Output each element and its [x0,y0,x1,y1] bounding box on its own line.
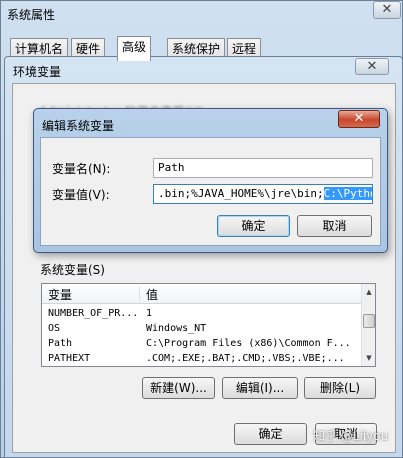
system-properties-title: 系统属性 [7,8,56,22]
edit-dialog-close-button[interactable]: ✕ [338,110,380,128]
edit-dialog-body: 变量名(N): Path 变量值(V): .bin;%JAVA_HOME%\jr… [40,137,381,246]
table-row[interactable]: NUMBER_OF_PR... 1 [42,306,361,321]
edit-dialog-title: 编辑系统变量 [42,119,115,133]
variable-value-text: .bin;%JAVA_HOME%\jre\bin; [158,187,324,200]
edit-ok-button[interactable]: 确定 [217,215,290,237]
row-variable: Path [48,338,73,349]
variable-name-input[interactable]: Path [153,158,373,178]
delete-variable-button[interactable]: 删除(L) [304,377,376,399]
watermark: 知乎 @Liiyou [313,429,389,443]
variable-value-label: 变量值(V): [52,188,110,202]
scroll-down-icon[interactable]: ▼ [362,352,375,364]
system-properties-close-button[interactable]: ✕ [373,1,401,19]
row-value: C:\Program Files (x86)\Common F... [146,338,351,349]
row-value: Windows_NT [146,323,207,334]
scroll-up-icon[interactable]: ▲ [362,286,375,298]
row-value: 1 [146,308,153,319]
system-variables-label: 系统变量(S) [40,263,105,277]
system-variables-list: 变量 值 NUMBER_OF_PR... 1 OS Windows_NT Pat… [41,283,376,367]
variable-name-value: Path [158,161,185,174]
scroll-thumb[interactable] [363,314,375,328]
edit-cancel-button[interactable]: 取消 [297,215,372,237]
variable-name-label: 变量名(N): [52,162,111,176]
tab-advanced[interactable]: 高级 [117,36,152,61]
edit-variable-button[interactable]: 编辑(I)... [222,377,298,399]
new-variable-button[interactable]: 新建(W)... [142,377,215,399]
row-variable: NUMBER_OF_PR... [48,308,139,319]
table-row[interactable]: Path C:\Program Files (x86)\Common F... [42,336,361,351]
table-row[interactable]: PATHEXT .COM;.EXE;.BAT;.CMD;.VBS;.VBE;..… [42,351,361,366]
column-header-variable[interactable]: 变量 [48,286,140,302]
variable-value-selection: C:\Python27 [323,187,372,200]
row-variable: PATHEXT [48,353,91,364]
list-scrollbar[interactable]: ▲ ▼ [361,284,375,366]
environment-variables-title: 环境变量 [13,65,62,79]
column-header-value[interactable]: 值 [146,286,158,303]
row-variable: OS [48,323,61,334]
variable-value-input[interactable]: .bin;%JAVA_HOME%\jre\bin;C:\Python27 [153,184,373,204]
list-header: 变量 值 [42,284,361,304]
environment-variables-close-button[interactable]: ✕ [355,58,389,75]
env-ok-button[interactable]: 确定 [234,423,307,445]
edit-system-variable-dialog: 编辑系统变量 ✕ 变量名(N): Path 变量值(V): .bin;%JAVA… [33,108,388,253]
list-body: NUMBER_OF_PR... 1 OS Windows_NT Path C:\… [42,306,361,366]
table-row[interactable]: OS Windows_NT [42,321,361,336]
row-value: .COM;.EXE;.BAT;.CMD;.VBS;.VBE;... [146,353,345,364]
